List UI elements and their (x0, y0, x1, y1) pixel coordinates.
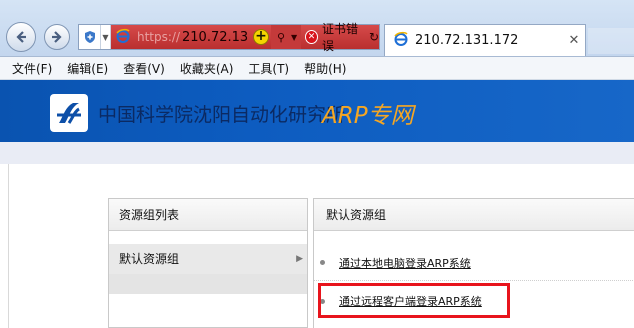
resource-group-item[interactable]: 默认资源组 ▶ (109, 244, 307, 274)
chevron-down-icon[interactable]: ▼ (101, 25, 111, 49)
menu-favorites[interactable]: 收藏夹(A) (180, 60, 234, 77)
url-prefix: https:// (137, 30, 181, 44)
menu-help[interactable]: 帮助(H) (304, 60, 346, 77)
list-filler (109, 274, 307, 294)
new-tab-button[interactable] (588, 28, 634, 54)
error-x-icon: ✕ (305, 30, 318, 44)
browser-tab-bar: ▼ https:// 210.72.13 + ⚲ ▼ ✕ 证书错误 ↻ 210.… (0, 0, 634, 56)
menu-bar: 文件(F) 编辑(E) 查看(V) 收藏夹(A) 工具(T) 帮助(H) (0, 56, 634, 80)
back-button[interactable] (6, 22, 36, 52)
menu-edit[interactable]: 编辑(E) (67, 60, 108, 77)
list-item: 通过本地电脑登录ARP系统 (314, 245, 634, 281)
close-icon[interactable]: ✕ (563, 33, 585, 48)
site-banner: 中国科学院沈阳自动化研究所 ARP专网 (0, 80, 634, 142)
address-bar[interactable]: ▼ https:// 210.72.13 + ⚲ ▼ ✕ 证书错误 ↻ (78, 22, 380, 53)
menu-view[interactable]: 查看(V) (123, 60, 165, 77)
resource-group-list-header: 资源组列表 (109, 199, 307, 231)
search-icon[interactable]: ⚲ (271, 25, 291, 49)
refresh-icon[interactable]: ↻ (369, 30, 379, 44)
local-login-link[interactable]: 通过本地电脑登录ARP系统 (339, 255, 471, 271)
chevron-right-icon: ▶ (296, 254, 303, 264)
resource-group-list-panel: 资源组列表 默认资源组 ▶ (108, 198, 308, 328)
ie-logo-icon (115, 28, 131, 47)
url-field[interactable]: https:// 210.72.13 + (111, 25, 271, 49)
bullet-icon (320, 260, 325, 265)
product-name: ARP专网 (322, 103, 414, 129)
browser-tab-active[interactable]: 210.72.131.172 ✕ (384, 24, 586, 56)
arrow-left-icon (16, 31, 26, 43)
compatibility-shield-icon[interactable] (79, 25, 101, 49)
menu-file[interactable]: 文件(F) (12, 60, 52, 77)
institute-logo-icon (50, 94, 88, 132)
banner-stripe (0, 142, 634, 164)
forward-button[interactable] (44, 24, 70, 50)
search-dropdown-icon[interactable]: ▼ (291, 25, 301, 49)
cert-error-label: 证书错误 (321, 22, 358, 53)
default-resource-group-header: 默认资源组 (314, 199, 634, 231)
highlight-annotation-box (318, 283, 510, 318)
arrow-right-icon (52, 31, 62, 43)
tab-title: 210.72.131.172 (415, 33, 519, 48)
add-plus-icon[interactable]: + (253, 29, 269, 45)
certificate-error-indicator[interactable]: ✕ 证书错误 ↻ (301, 22, 379, 53)
page-border (8, 164, 9, 328)
menu-tools[interactable]: 工具(T) (248, 60, 289, 77)
organization-name: 中国科学院沈阳自动化研究所 (98, 104, 346, 126)
resource-group-item-label: 默认资源组 (119, 252, 180, 266)
url-host: 210.72.13 (182, 29, 249, 45)
ie-tab-icon (393, 31, 409, 50)
